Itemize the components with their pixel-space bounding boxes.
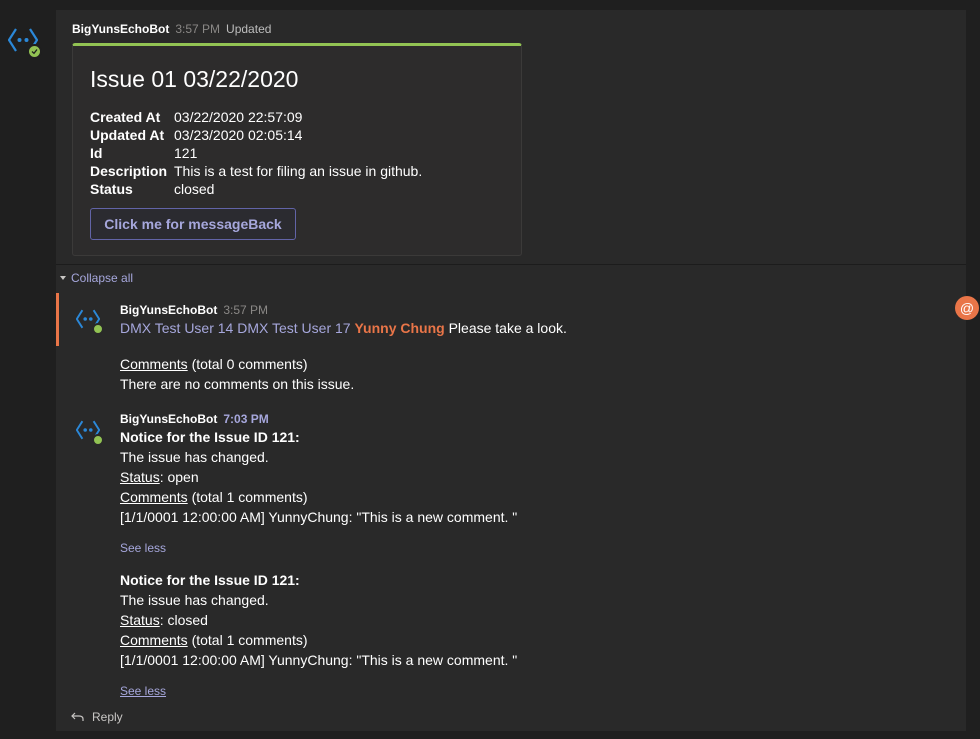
reply-label: Reply bbox=[92, 710, 123, 724]
presence-available-icon bbox=[92, 323, 104, 335]
presence-available-icon bbox=[92, 434, 104, 446]
fact-value: 121 bbox=[174, 145, 198, 161]
collapse-all-label: Collapse all bbox=[71, 271, 134, 285]
status-link[interactable]: Status bbox=[120, 612, 160, 628]
see-less-link[interactable]: See less bbox=[120, 541, 166, 555]
at-mention-icon: @ bbox=[955, 296, 979, 320]
status-link[interactable]: Status bbox=[120, 469, 160, 485]
fact-row: Id 121 bbox=[90, 144, 422, 162]
collapse-all-link[interactable]: Collapse all bbox=[60, 271, 133, 285]
fact-value: 03/23/2020 02:05:14 bbox=[174, 127, 303, 143]
bot-avatar-icon[interactable] bbox=[76, 418, 104, 446]
caret-down-icon bbox=[60, 276, 66, 280]
bot-avatar-icon[interactable] bbox=[8, 25, 42, 59]
status-value: : open bbox=[159, 469, 199, 485]
notice-comments: Comments (total 1 comments) bbox=[120, 630, 308, 650]
message-header: BigYunsEchoBot 3:57 PM Updated bbox=[72, 22, 271, 36]
see-less-link[interactable]: See less bbox=[120, 684, 166, 698]
self-mention[interactable]: Yunny Chung bbox=[354, 320, 444, 336]
fact-value: 03/22/2020 22:57:09 bbox=[174, 109, 303, 125]
comments-line: Comments (total 0 comments) bbox=[120, 354, 308, 374]
notice-changed: The issue has changed. bbox=[120, 449, 269, 465]
thread-divider bbox=[56, 264, 966, 265]
comments-link[interactable]: Comments bbox=[120, 489, 188, 505]
user-mention[interactable]: DMX Test User 14 bbox=[120, 320, 233, 336]
message-updated-label: Updated bbox=[226, 22, 272, 36]
fact-key: Status bbox=[90, 181, 133, 197]
fact-row: Updated At 03/23/2020 02:05:14 bbox=[90, 126, 422, 144]
bot-avatar-icon[interactable] bbox=[76, 307, 104, 335]
no-comments-text: There are no comments on this issue. bbox=[120, 376, 355, 392]
status-value: : closed bbox=[159, 612, 208, 628]
fact-key: Description bbox=[90, 163, 168, 179]
reply-author: BigYunsEchoBot bbox=[120, 412, 218, 426]
notice-changed: The issue has changed. bbox=[120, 592, 269, 608]
fact-value: closed bbox=[174, 181, 215, 197]
reply-arrow-icon bbox=[71, 712, 84, 721]
fact-row: Description This is a test for filing an … bbox=[90, 162, 422, 180]
fact-set: Created At 03/22/2020 22:57:09 Updated At… bbox=[90, 108, 422, 198]
fact-key: Id bbox=[90, 145, 103, 161]
presence-available-icon bbox=[27, 44, 42, 59]
fact-key: Updated At bbox=[90, 127, 165, 143]
card-title: Issue 01 03/22/2020 bbox=[90, 66, 299, 92]
notice-heading: Notice for the Issue ID 121: bbox=[120, 572, 300, 588]
reply-author: BigYunsEchoBot bbox=[120, 303, 218, 317]
notice-status: Status: closed bbox=[120, 610, 208, 630]
message-author: BigYunsEchoBot bbox=[72, 22, 170, 36]
comments-link[interactable]: Comments bbox=[120, 632, 188, 648]
notice-status: Status: open bbox=[120, 467, 199, 487]
fact-key: Created At bbox=[90, 109, 161, 125]
issue-card: Issue 01 03/22/2020 Created At 03/22/2020… bbox=[72, 43, 522, 256]
notice-comments: Comments (total 1 comments) bbox=[120, 487, 308, 507]
comments-total: (total 0 comments) bbox=[191, 356, 308, 372]
notice-comment: [1/1/0001 12:00:00 AM] YunnyChung: "This… bbox=[120, 652, 518, 668]
comments-total: (total 1 comments) bbox=[191, 632, 308, 648]
reply-text: Please take a look. bbox=[448, 320, 567, 336]
reply-header: BigYunsEchoBot 7:03 PM bbox=[120, 412, 269, 426]
fact-row: Status closed bbox=[90, 180, 422, 198]
reply-time: 3:57 PM bbox=[223, 303, 269, 317]
comments-link[interactable]: Comments bbox=[120, 356, 188, 372]
reply-button[interactable]: Reply bbox=[70, 710, 123, 724]
fact-value: This is a test for filing an issue in gi… bbox=[174, 163, 423, 179]
user-mention[interactable]: DMX Test User 17 bbox=[237, 320, 350, 336]
reply-header: BigYunsEchoBot 3:57 PM bbox=[120, 303, 268, 317]
comments-total: (total 1 comments) bbox=[191, 489, 308, 505]
mention-accent-bar bbox=[56, 293, 59, 346]
message-time: 3:57 PM bbox=[175, 22, 221, 36]
reply-body: DMX Test User 14 DMX Test User 17 Yunny … bbox=[120, 318, 567, 338]
fact-row: Created At 03/22/2020 22:57:09 bbox=[90, 108, 422, 126]
message-back-button[interactable]: Click me for messageBack bbox=[90, 208, 296, 240]
reply-time: 7:03 PM bbox=[223, 412, 269, 426]
notice-heading: Notice for the Issue ID 121: bbox=[120, 429, 300, 445]
notice-comment: [1/1/0001 12:00:00 AM] YunnyChung: "This… bbox=[120, 509, 518, 525]
